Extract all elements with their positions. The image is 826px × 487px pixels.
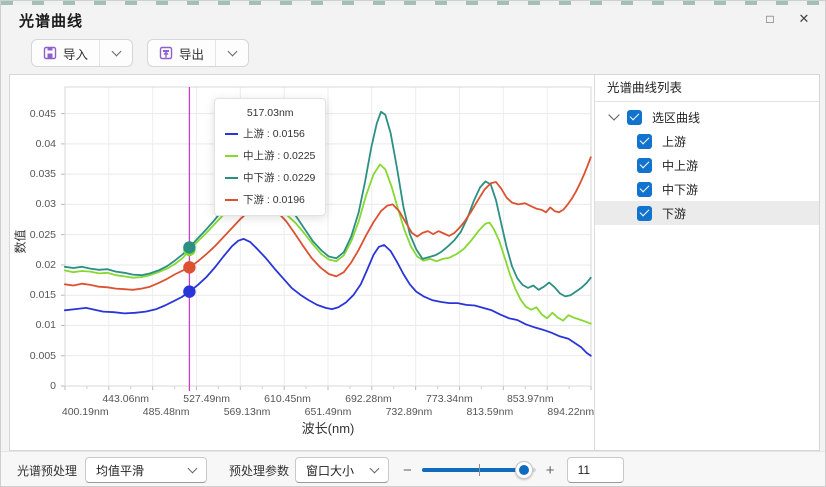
tooltip-rows: 上游 : 0.0156 中上游 : 0.0225 中下游 : 0.0229 下游 : …: [225, 126, 315, 207]
tooltip-series-value: 下游 : 0.0196: [243, 192, 305, 207]
param-value: 窗口大小: [306, 462, 354, 479]
x-tick-label: 773.34nm: [426, 393, 473, 405]
tooltip-row: 下游 : 0.0196: [225, 192, 315, 207]
chevron-down-icon: [188, 464, 198, 474]
tooltip-series-value: 中下游 : 0.0229: [243, 170, 315, 185]
tooltip-row: 上游 : 0.0156: [225, 126, 315, 141]
window-title: 光谱曲线: [19, 10, 83, 31]
param-label: 预处理参数: [229, 462, 289, 479]
tooltip-row: 中上游 : 0.0225: [225, 148, 315, 163]
toolbar: 导入 导出: [31, 39, 249, 67]
series-color-dash: [225, 177, 238, 179]
sidebar-item-downstream[interactable]: 下游: [595, 201, 819, 225]
tooltip-series-value: 上游 : 0.0156: [243, 126, 305, 141]
checkbox-upstream[interactable]: [637, 134, 652, 149]
y-tick-label: 0.035: [10, 168, 56, 180]
x-tick-label: 400.19nm: [62, 406, 109, 418]
titlebar: 光谱曲线 □ ✕: [1, 5, 825, 33]
import-icon: [43, 46, 57, 60]
x-tick-label: 853.97nm: [507, 393, 554, 405]
cursor-marker: [183, 261, 195, 273]
chevron-down-icon: [111, 47, 121, 57]
content-area: 00.0050.010.0150.020.0250.030.0350.040.0…: [9, 74, 820, 451]
sidebar-item-label: 选区曲线: [652, 109, 700, 126]
sidebar-item-mid-upstream[interactable]: 中上游: [595, 153, 819, 177]
curve-tree: 选区曲线上游中上游中下游下游: [595, 102, 819, 450]
window-size-slider[interactable]: [422, 460, 536, 480]
param-select[interactable]: 窗口大小: [295, 457, 389, 483]
export-split-button: 导出: [147, 39, 249, 67]
import-split-button: 导入: [31, 39, 133, 67]
export-button-label: 导出: [179, 44, 204, 63]
slider-decrease-button[interactable]: −: [403, 463, 412, 478]
preprocess-method-select[interactable]: 均值平滑: [85, 457, 207, 483]
checkbox-downstream[interactable]: [637, 206, 652, 221]
x-tick-label: 894.22nm: [547, 406, 594, 418]
x-tick-label: 610.45nm: [264, 393, 311, 405]
checkbox-mid-downstream[interactable]: [637, 182, 652, 197]
sidebar-item-label: 中上游: [662, 157, 698, 174]
chevron-down-icon[interactable]: [608, 109, 619, 120]
x-tick-label: 692.28nm: [345, 393, 392, 405]
window-size-input[interactable]: [567, 457, 624, 483]
y-tick-label: 0.02: [10, 259, 56, 271]
sidebar-item-label: 上游: [662, 133, 686, 150]
sidebar-item-upstream[interactable]: 上游: [595, 129, 819, 153]
checkbox-mid-upstream[interactable]: [637, 158, 652, 173]
y-tick-label: 0.015: [10, 289, 56, 301]
spectral-curve-window: 光谱曲线 □ ✕ 导入: [0, 0, 826, 487]
sidebar-item-label: 中下游: [662, 181, 698, 198]
export-dropdown-button[interactable]: [216, 40, 248, 66]
x-tick-label: 732.89nm: [386, 406, 433, 418]
y-tick-label: 0.04: [10, 138, 56, 150]
series-color-dash: [225, 199, 238, 201]
chevron-down-icon: [227, 47, 237, 57]
cursor-marker: [183, 285, 195, 297]
series-color-dash: [225, 155, 238, 157]
checkbox-selection-curves[interactable]: [627, 110, 642, 125]
slider-increase-button[interactable]: +: [546, 463, 555, 478]
sidebar-item-label: 下游: [662, 205, 686, 222]
maximize-button[interactable]: □: [759, 8, 781, 30]
y-tick-label: 0.03: [10, 198, 56, 210]
y-tick-label: 0.005: [10, 350, 56, 362]
import-button[interactable]: 导入: [32, 40, 99, 66]
preprocess-bar: 光谱预处理 均值平滑 预处理参数 窗口大小 − +: [1, 451, 826, 487]
export-button[interactable]: 导出: [148, 40, 215, 66]
x-tick-label: 569.13nm: [224, 406, 271, 418]
x-tick-label: 813.59nm: [466, 406, 513, 418]
spectral-chart[interactable]: 00.0050.010.0150.020.0250.030.0350.040.0…: [10, 75, 594, 450]
cursor-marker: [183, 241, 195, 253]
sidebar-item-selection-curves[interactable]: 选区曲线: [595, 105, 819, 129]
slider-fill: [422, 468, 525, 472]
tooltip-series-value: 中上游 : 0.0225: [243, 148, 315, 163]
import-button-label: 导入: [63, 44, 88, 63]
preprocess-label: 光谱预处理: [17, 462, 77, 479]
curve-list-title: 光谱曲线列表: [595, 75, 819, 102]
x-tick-label: 485.48nm: [143, 406, 190, 418]
y-tick-label: 0.045: [10, 108, 56, 120]
tooltip-row: 中下游 : 0.0229: [225, 170, 315, 185]
y-axis-title: 数值: [12, 229, 29, 253]
tooltip-wavelength: 517.03nm: [225, 107, 315, 119]
chevron-down-icon: [370, 464, 380, 474]
y-tick-label: 0: [10, 380, 56, 392]
close-button[interactable]: ✕: [793, 8, 815, 30]
import-dropdown-button[interactable]: [100, 40, 132, 66]
x-tick-label: 527.49nm: [183, 393, 230, 405]
x-tick-label: 443.06nm: [102, 393, 149, 405]
y-tick-label: 0.01: [10, 319, 56, 331]
export-icon: [159, 46, 173, 60]
preprocess-method-value: 均值平滑: [96, 462, 144, 479]
x-axis-title: 波长(nm): [302, 418, 355, 437]
chart-tooltip: 517.03nm 上游 : 0.0156 中上游 : 0.0225 中下游 : 0.…: [214, 98, 326, 216]
slider-midpoint-tick: [479, 464, 480, 476]
series-color-dash: [225, 133, 238, 135]
slider-thumb[interactable]: [515, 461, 533, 479]
x-tick-label: 651.49nm: [305, 406, 352, 418]
sidebar-item-mid-downstream[interactable]: 中下游: [595, 177, 819, 201]
curve-list-panel: 光谱曲线列表 选区曲线上游中上游中下游下游: [595, 75, 819, 450]
